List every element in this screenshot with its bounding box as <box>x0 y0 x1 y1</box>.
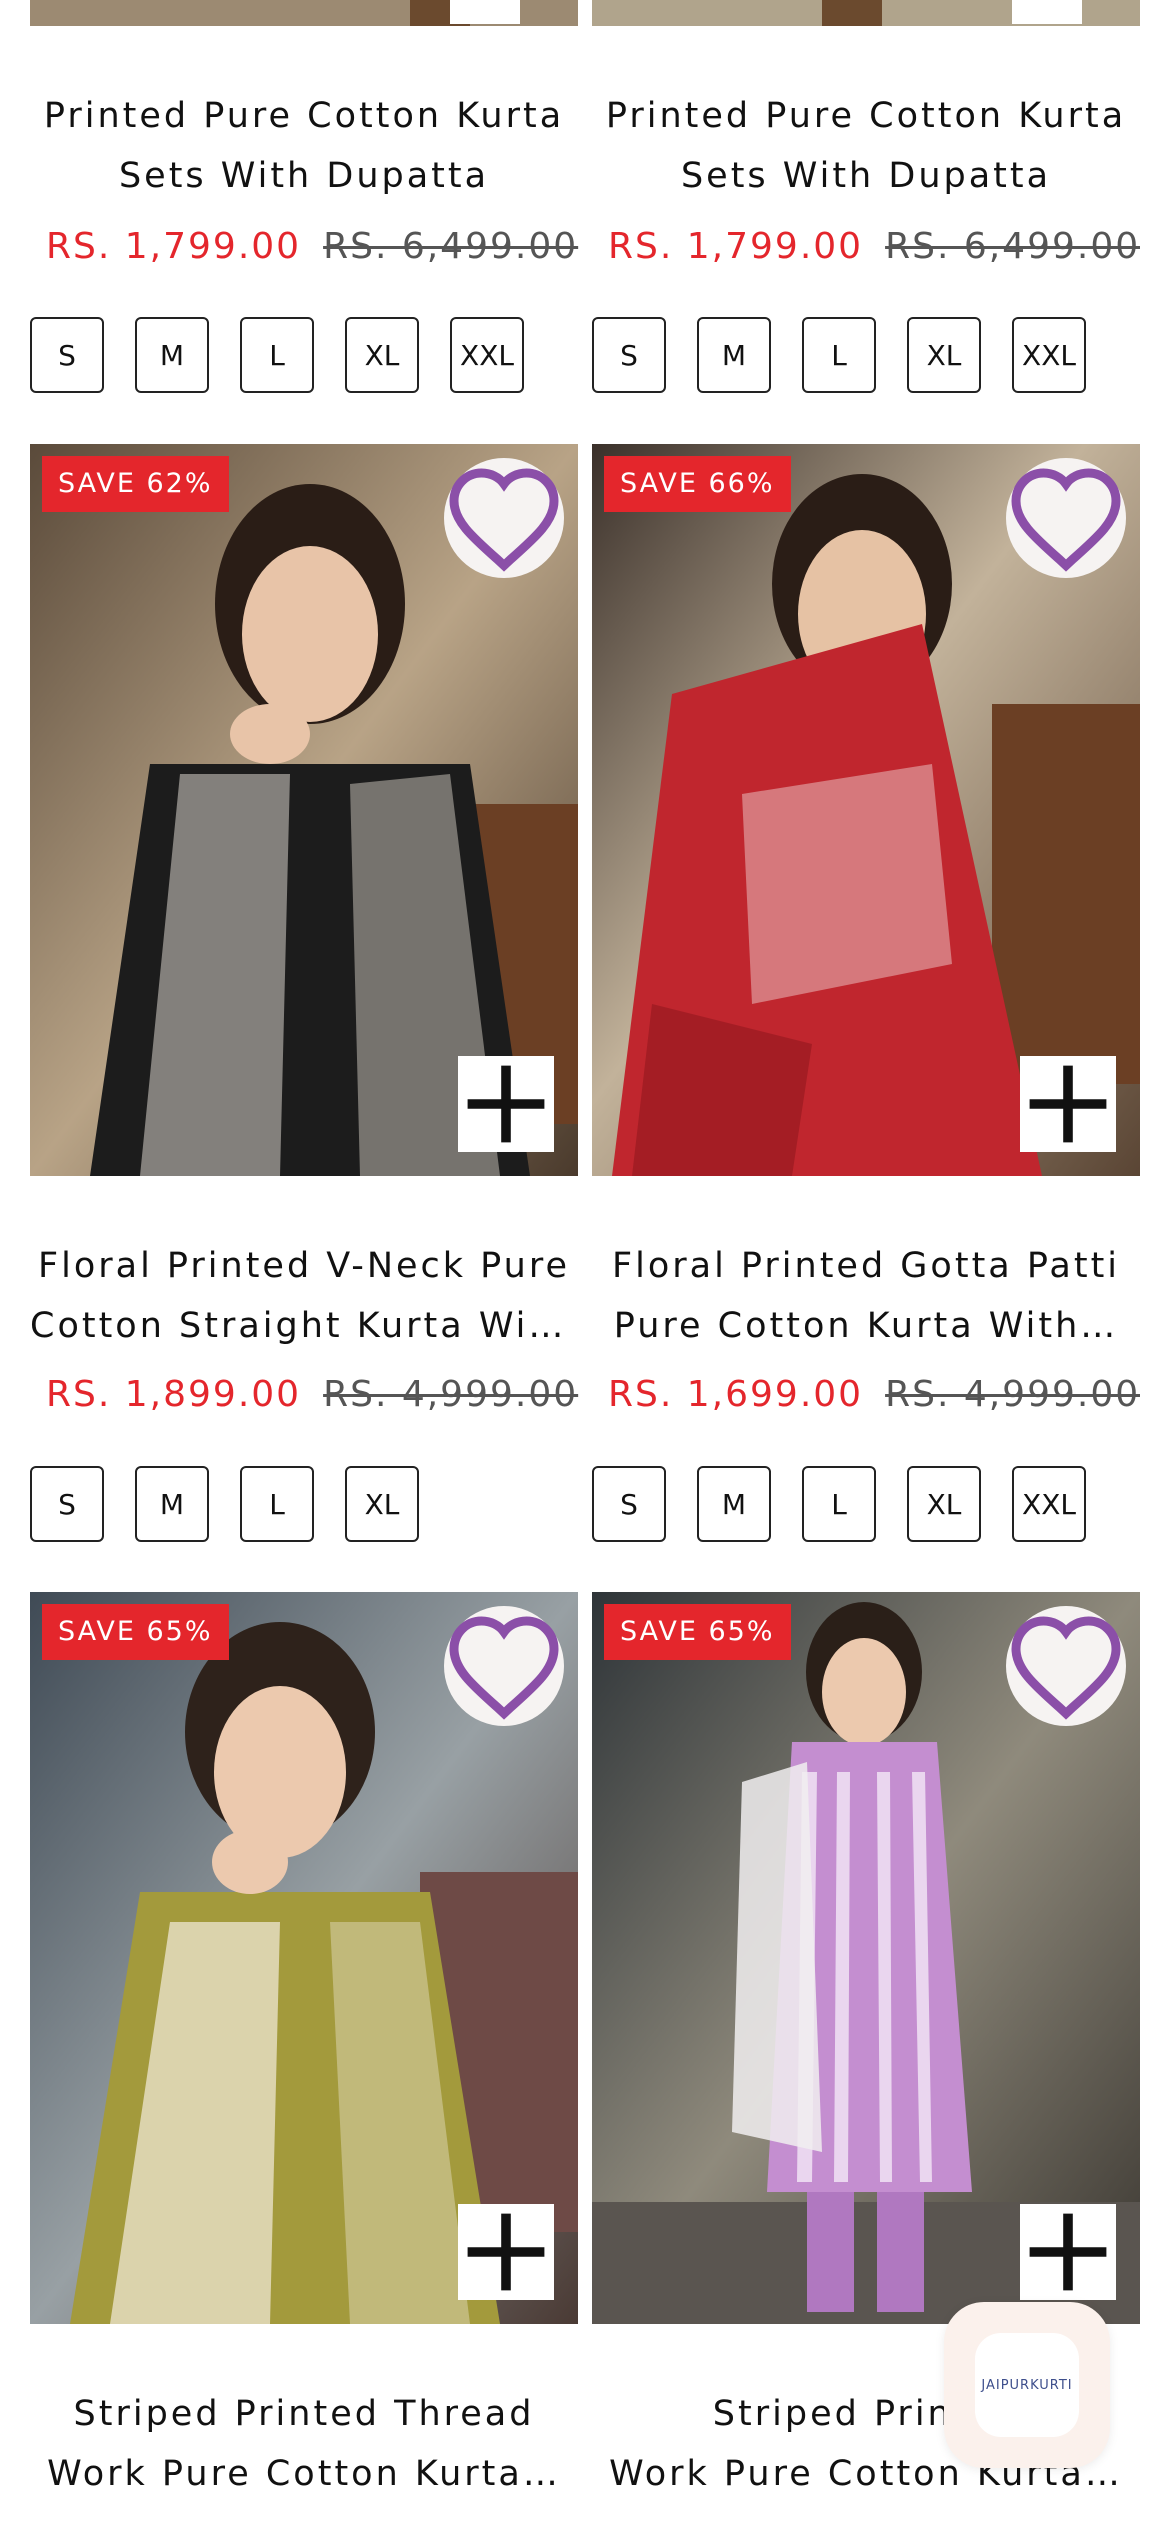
wishlist-button[interactable] <box>444 1606 564 1726</box>
size-option[interactable]: XL <box>345 1466 419 1542</box>
size-option[interactable]: L <box>802 1466 876 1542</box>
price-row: RS. 1,799.00 RS. 6,499.00 <box>46 226 586 267</box>
size-option[interactable]: L <box>802 317 876 393</box>
product-title[interactable]: Striped Printed Thread Work Pure Cotton … <box>30 2384 578 2504</box>
chat-widget-button[interactable]: JAIPURKURTI <box>944 2302 1110 2468</box>
product-image[interactable]: SAVE 65% <box>30 1592 578 2324</box>
plus-icon <box>1029 1065 1107 1143</box>
product-title[interactable]: Printed Pure Cotton Kurta Sets With Dupa… <box>30 86 578 206</box>
price-row: RS. 1,799.00 RS. 6,499.00 <box>608 226 1148 267</box>
product-title-line: Striped Printed Thread <box>73 2394 535 2434</box>
compare-price: RS. 6,499.00 <box>323 226 579 267</box>
size-option[interactable]: XXL <box>1012 1466 1086 1542</box>
brand-logo-text: JAIPURKURTI <box>981 2377 1073 2393</box>
size-option[interactable]: M <box>697 1466 771 1542</box>
product-title-line: Pure Cotton Kurta With… <box>613 1306 1119 1346</box>
size-options: S M L XL <box>30 1466 450 1542</box>
size-option[interactable]: S <box>592 1466 666 1542</box>
product-title[interactable]: Floral Printed V-Neck Pure Cotton Straig… <box>30 1236 578 1356</box>
sale-price: RS. 1,699.00 <box>608 1374 864 1415</box>
sale-price: RS. 1,799.00 <box>608 226 864 267</box>
product-title-line: Sets With Dupatta <box>118 156 490 196</box>
brand-logo: JAIPURKURTI <box>975 2333 1079 2437</box>
product-title[interactable]: Printed Pure Cotton Kurta Sets With Dupa… <box>592 86 1140 206</box>
price-row: RS. 1,699.00 RS. 4,999.00 <box>608 1374 1148 1415</box>
product-title-line: Floral Printed V-Neck Pure <box>37 1246 571 1286</box>
heart-outline-icon <box>1011 468 1121 572</box>
price-row: RS. 1,899.00 RS. 4,999.00 <box>46 1374 586 1415</box>
size-option[interactable]: XL <box>345 317 419 393</box>
product-title-line: Printed Pure Cotton Kurta <box>605 96 1127 136</box>
size-option[interactable]: XXL <box>450 317 524 393</box>
quick-add-button[interactable] <box>458 1056 554 1152</box>
discount-badge: SAVE 62% <box>42 456 229 512</box>
heart-outline-icon <box>1011 1616 1121 1720</box>
plus-icon <box>1029 2213 1107 2291</box>
product-title-line: Sets With Dupatta <box>680 156 1052 196</box>
wishlist-button[interactable] <box>1006 458 1126 578</box>
size-options: S M L XL XXL <box>592 317 1117 393</box>
heart-outline-icon <box>449 1616 559 1720</box>
size-option[interactable]: M <box>697 317 771 393</box>
size-options: S M L XL XXL <box>592 1466 1117 1542</box>
size-option[interactable]: L <box>240 1466 314 1542</box>
size-option[interactable]: S <box>30 1466 104 1542</box>
size-option[interactable]: XL <box>907 1466 981 1542</box>
page-edge <box>1140 0 1170 2532</box>
product-title-line: Cotton Straight Kurta With… <box>30 1306 578 1346</box>
product-title-line: Floral Printed Gotta Patti <box>611 1246 1121 1286</box>
compare-price: RS. 4,999.00 <box>885 1374 1141 1415</box>
product-image[interactable] <box>592 0 1140 26</box>
plus-icon <box>467 2213 545 2291</box>
product-title-line: Printed Pure Cotton Kurta <box>43 96 565 136</box>
product-image[interactable]: SAVE 62% <box>30 444 578 1176</box>
product-title-line: Work Pure Cotton Kurta… <box>47 2454 561 2494</box>
quick-add-button[interactable] <box>458 2204 554 2300</box>
product-image[interactable] <box>30 0 578 26</box>
discount-badge: SAVE 66% <box>604 456 791 512</box>
plus-icon <box>467 1065 545 1143</box>
discount-badge: SAVE 65% <box>604 1604 791 1660</box>
product-image[interactable]: SAVE 66% <box>592 444 1140 1176</box>
wishlist-button[interactable] <box>1006 1606 1126 1726</box>
compare-price: RS. 6,499.00 <box>885 226 1141 267</box>
product-title[interactable]: Floral Printed Gotta Patti Pure Cotton K… <box>592 1236 1140 1356</box>
size-option[interactable]: M <box>135 1466 209 1542</box>
wishlist-button[interactable] <box>444 458 564 578</box>
size-option[interactable]: S <box>592 317 666 393</box>
size-option[interactable]: XL <box>907 317 981 393</box>
quick-add-button[interactable] <box>1020 1056 1116 1152</box>
size-option[interactable]: XXL <box>1012 317 1086 393</box>
size-option[interactable]: L <box>240 317 314 393</box>
size-option[interactable]: M <box>135 317 209 393</box>
size-options: S M L XL XXL <box>30 317 555 393</box>
compare-price: RS. 4,999.00 <box>323 1374 579 1415</box>
product-image[interactable]: SAVE 65% <box>592 1592 1140 2324</box>
heart-outline-icon <box>449 468 559 572</box>
quick-add-button[interactable] <box>1020 2204 1116 2300</box>
size-option[interactable]: S <box>30 317 104 393</box>
sale-price: RS. 1,899.00 <box>46 1374 302 1415</box>
discount-badge: SAVE 65% <box>42 1604 229 1660</box>
sale-price: RS. 1,799.00 <box>46 226 302 267</box>
